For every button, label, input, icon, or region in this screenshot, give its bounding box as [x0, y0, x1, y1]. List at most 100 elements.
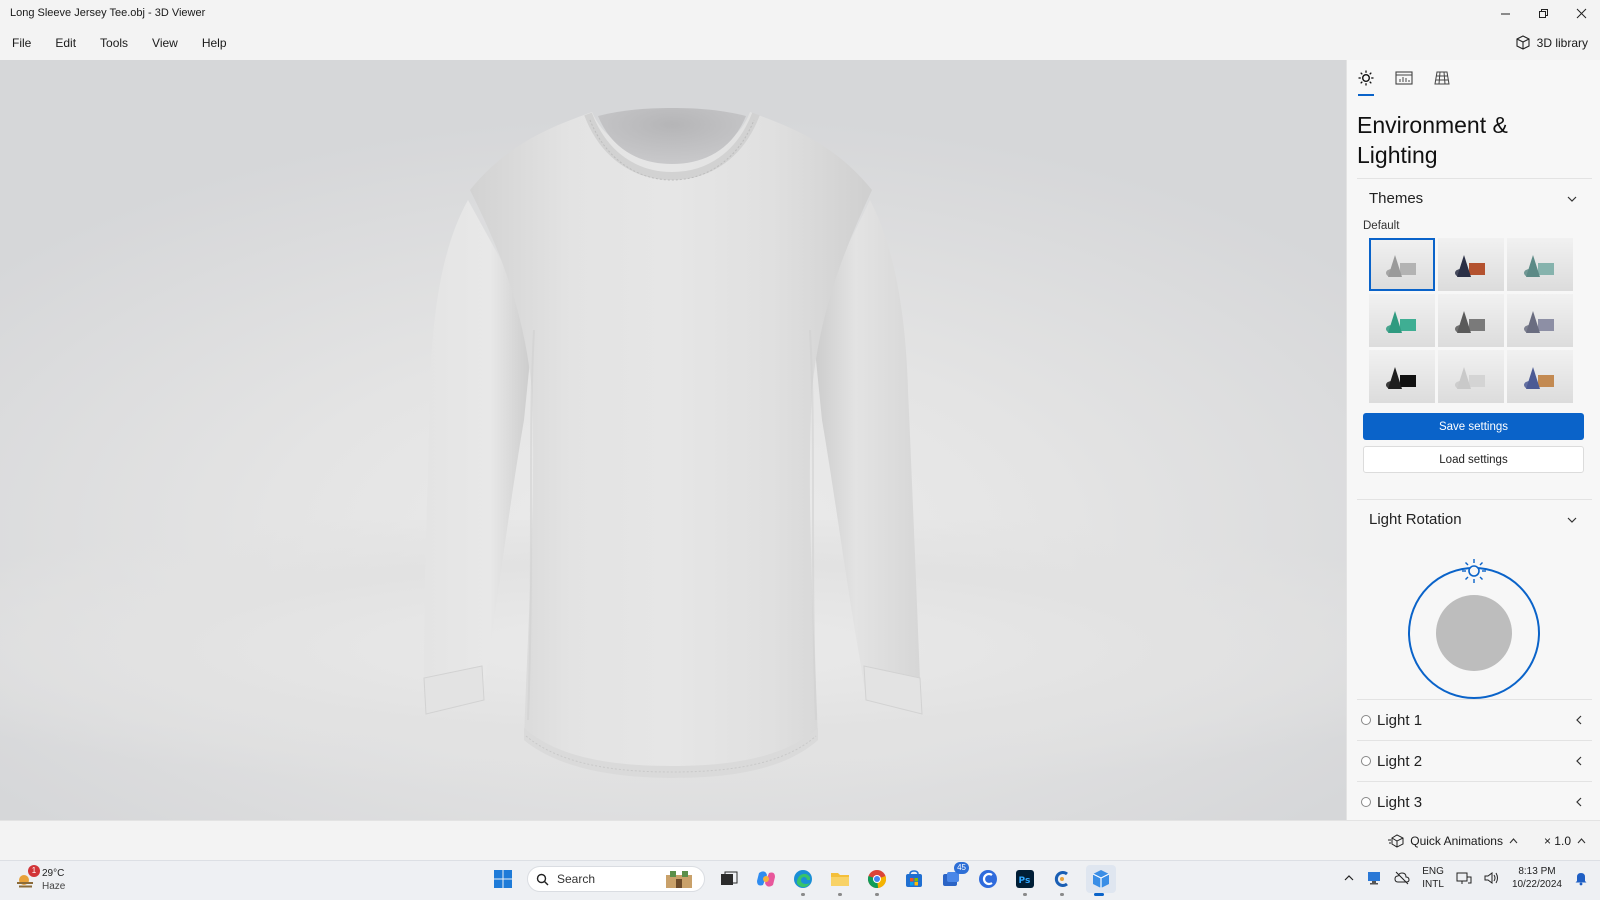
minimize-button[interactable]	[1486, 0, 1524, 26]
chevron-up-icon[interactable]	[1344, 875, 1354, 881]
light-3-row[interactable]: Light 3	[1357, 781, 1592, 820]
app-c-button[interactable]	[975, 865, 1001, 893]
file-explorer-button[interactable]	[827, 865, 853, 896]
theme-tile[interactable]	[1369, 350, 1435, 403]
theme-cone	[1526, 310, 1540, 333]
theme-tile[interactable]	[1438, 350, 1504, 403]
theme-tile[interactable]	[1507, 294, 1573, 347]
start-button[interactable]	[490, 865, 516, 893]
chevron-left-icon	[1576, 715, 1582, 725]
system-tray: ENG INTL 8:13 PM 10/22/2024	[1344, 865, 1588, 891]
save-settings-button[interactable]: Save settings	[1363, 413, 1584, 440]
network-drive-icon[interactable]	[1366, 871, 1382, 885]
quick-animations-button[interactable]: Quick Animations	[1388, 834, 1518, 848]
light-2-label: Light 2	[1377, 752, 1423, 770]
menu-bar: File Edit Tools View Help 3D library	[0, 26, 1600, 60]
3d-viewport[interactable]	[0, 60, 1346, 820]
light-1-radio[interactable]	[1361, 715, 1371, 725]
load-settings-button[interactable]: Load settings	[1363, 446, 1584, 473]
theme-cone	[1388, 310, 1402, 333]
minimize-icon	[1500, 13, 1510, 14]
svg-text:Ps: Ps	[1019, 876, 1031, 886]
copilot-button[interactable]	[753, 865, 779, 893]
taskbar-search[interactable]: Search	[527, 866, 705, 892]
light-3-radio[interactable]	[1361, 797, 1371, 807]
theme-box	[1538, 374, 1554, 387]
light-2-row[interactable]: Light 2	[1357, 740, 1592, 781]
theme-cone	[1457, 366, 1471, 389]
edge-button[interactable]	[790, 865, 816, 896]
weather-alert-badge: 1	[28, 865, 40, 877]
light-rotation-label: Light Rotation	[1369, 511, 1462, 528]
theme-box	[1400, 262, 1416, 275]
animation-cube-icon	[1388, 833, 1404, 848]
weather-widget[interactable]: 1 29°C Haze	[14, 865, 65, 893]
theme-cone	[1526, 254, 1540, 277]
taskbar-apps: Search 45 Ps	[490, 862, 1116, 896]
theme-cone	[1388, 254, 1402, 277]
clock[interactable]: 8:13 PM 10/22/2024	[1512, 865, 1562, 891]
light-1-label: Light 1	[1377, 711, 1423, 729]
theme-tile[interactable]	[1369, 238, 1435, 291]
notification-bell-icon[interactable]	[1574, 870, 1588, 886]
themes-section-header[interactable]: Themes	[1357, 178, 1592, 218]
menu-tools[interactable]: Tools	[88, 26, 140, 60]
theme-tile[interactable]	[1438, 294, 1504, 347]
shirt-model[interactable]	[0, 60, 1346, 820]
window-title: Long Sleeve Jersey Tee.obj - 3D Viewer	[10, 7, 206, 19]
chevron-up-icon	[1577, 837, 1586, 843]
tab-mesh[interactable]	[1433, 70, 1451, 96]
language-indicator[interactable]: ENG INTL	[1422, 865, 1444, 891]
ccleaner-icon	[1054, 871, 1068, 887]
cloud-offline-icon[interactable]	[1394, 871, 1410, 885]
theme-box	[1469, 374, 1485, 387]
photoshop-button[interactable]: Ps	[1012, 865, 1038, 896]
tab-stats[interactable]	[1395, 70, 1413, 96]
theme-box	[1400, 374, 1416, 387]
theme-box	[1400, 318, 1416, 331]
theme-tile[interactable]	[1438, 238, 1504, 291]
menu-file[interactable]: File	[0, 26, 43, 60]
stats-icon	[1395, 71, 1413, 85]
restore-button[interactable]	[1524, 0, 1562, 26]
menu-edit[interactable]: Edit	[43, 26, 88, 60]
theme-preview-icon	[1386, 310, 1416, 333]
weather-temp: 29°C	[42, 868, 65, 879]
theme-cone	[1388, 366, 1402, 389]
search-placeholder: Search	[557, 872, 596, 886]
light-sphere	[1436, 595, 1512, 671]
theme-tile[interactable]	[1369, 294, 1435, 347]
panel-title: Environment & Lighting	[1347, 100, 1600, 178]
menu-help[interactable]: Help	[190, 26, 239, 60]
3d-library-label: 3D library	[1536, 36, 1588, 50]
sun-handle-icon[interactable]	[1462, 559, 1486, 583]
menu-view[interactable]: View	[140, 26, 190, 60]
app-ccleaner-button[interactable]	[1049, 865, 1075, 896]
close-button[interactable]	[1562, 0, 1600, 26]
light-rotation-section-header[interactable]: Light Rotation	[1357, 499, 1592, 539]
chevron-left-icon	[1576, 797, 1582, 807]
themes-subtitle: Default	[1363, 220, 1400, 232]
quick-animations-label: Quick Animations	[1410, 833, 1503, 848]
light-2-radio[interactable]	[1361, 756, 1371, 766]
task-view-button[interactable]	[716, 865, 742, 893]
light-rotation-dial[interactable]	[1347, 539, 1600, 699]
themes-label: Themes	[1369, 190, 1424, 207]
theme-preview-icon	[1524, 254, 1554, 277]
theme-tile[interactable]	[1507, 238, 1573, 291]
volume-icon[interactable]	[1484, 871, 1500, 885]
chrome-button[interactable]	[864, 865, 890, 896]
3d-library-button[interactable]: 3D library	[1515, 35, 1600, 51]
theme-tile[interactable]	[1507, 350, 1573, 403]
theme-preview-icon	[1455, 366, 1485, 389]
tab-environment[interactable]	[1357, 70, 1375, 96]
chevron-down-icon	[1566, 514, 1578, 526]
theme-cone	[1526, 366, 1540, 389]
network-icon[interactable]	[1456, 871, 1472, 885]
light-1-row[interactable]: Light 1	[1357, 699, 1592, 740]
store-button[interactable]	[901, 865, 927, 893]
speed-selector[interactable]: × 1.0	[1544, 834, 1586, 848]
mail-button[interactable]: 45	[938, 862, 969, 893]
3d-viewer-button[interactable]	[1086, 865, 1116, 896]
theme-box	[1538, 318, 1554, 331]
